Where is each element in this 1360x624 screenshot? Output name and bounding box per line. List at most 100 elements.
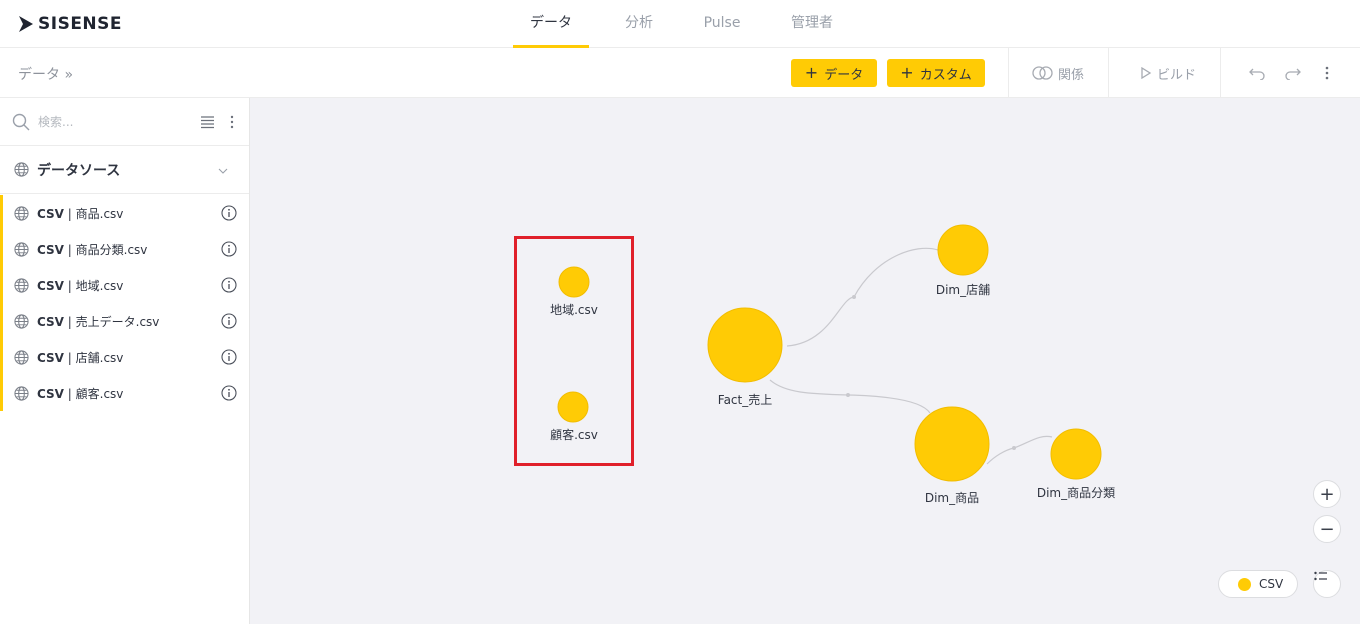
relation-edge[interactable]: [769, 379, 931, 414]
datasource-item-label: CSV | 店舗.csv: [37, 350, 124, 365]
node-dim-product-label: Dim_商品: [925, 490, 979, 505]
relation-midpoint: [846, 393, 850, 397]
list-icon: [1314, 571, 1327, 581]
globe-icon: [14, 385, 29, 401]
node-fact-sales[interactable]: [707, 307, 783, 383]
relations-button[interactable]: 関係: [1032, 48, 1084, 98]
globe-icon: [14, 277, 29, 293]
toolbar-divider: [1008, 48, 1009, 98]
datasource-name: 商品.csv: [75, 206, 124, 221]
node-dim-store[interactable]: [937, 224, 989, 276]
schema-graph[interactable]: 地域.csv 顧客.csv Fact_売上 Dim_店舗 Dim_商品 Dim_…: [250, 98, 1360, 624]
tab-admin[interactable]: 管理者: [782, 0, 842, 48]
toolbar-divider: [1220, 48, 1221, 98]
relations-label: 関係: [1058, 67, 1085, 83]
plus-icon: +: [900, 63, 914, 82]
undo-button[interactable]: [1248, 48, 1266, 98]
datasource-item-label: CSV | 顧客.csv: [37, 386, 124, 401]
info-icon[interactable]: [221, 385, 237, 401]
datasource-name: 店舗.csv: [75, 350, 124, 365]
csv-legend-dot: [1238, 577, 1251, 591]
node-region-label: 地域.csv: [550, 303, 598, 317]
relation-midpoint: [1012, 446, 1016, 450]
datasource-item-label: CSV | 商品分類.csv: [37, 242, 148, 257]
top-header: SISENSE データ 分析 Pulse 管理者: [0, 0, 1360, 48]
globe-icon: [14, 349, 29, 365]
search-input[interactable]: [38, 111, 188, 133]
search-icon: [12, 113, 30, 131]
more-menu-button[interactable]: [1324, 48, 1330, 98]
datasource-item[interactable]: CSV | 店舗.csv: [0, 339, 249, 375]
schema-canvas[interactable]: 地域.csv 顧客.csv Fact_売上 Dim_店舗 Dim_商品 Dim_…: [250, 98, 1360, 624]
datasource-type: CSV: [37, 350, 64, 365]
node-region-csv[interactable]: [558, 266, 590, 298]
info-icon[interactable]: [221, 313, 237, 329]
tab-analytics[interactable]: 分析: [612, 0, 666, 48]
zoom-in-button[interactable]: +: [1313, 480, 1341, 508]
undo-icon: [1249, 68, 1265, 80]
datasource-item-label: CSV | 売上データ.csv: [37, 314, 160, 329]
zoom-out-button[interactable]: −: [1313, 515, 1341, 543]
logo-icon: [19, 16, 33, 32]
datasource-item[interactable]: CSV | 商品分類.csv: [0, 231, 249, 267]
datasource-item-label: CSV | 商品.csv: [37, 206, 124, 221]
datasource-item[interactable]: CSV | 顧客.csv: [0, 375, 249, 411]
add-data-button[interactable]: + データ: [791, 59, 877, 87]
list-view-icon[interactable]: [200, 115, 215, 129]
main-nav: データ 分析 Pulse 管理者: [0, 0, 1360, 48]
globe-icon: [14, 241, 29, 257]
redo-icon: [1285, 68, 1301, 80]
search-bar: [0, 98, 249, 146]
tab-data[interactable]: データ: [513, 0, 589, 48]
logo-text: SISENSE: [38, 14, 123, 34]
datasource-item[interactable]: CSV | 商品.csv: [0, 195, 249, 231]
kebab-icon[interactable]: [229, 115, 235, 129]
node-customer-label: 顧客.csv: [550, 427, 598, 442]
datasource-name: 地域.csv: [75, 278, 124, 293]
datasource-name: 顧客.csv: [75, 386, 124, 401]
datasource-type: CSV: [37, 314, 64, 329]
sidebar: データソース CSV | 商品.csv CSV | 商品分類.csv: [0, 98, 250, 624]
legend[interactable]: CSV: [1218, 570, 1298, 598]
redo-button[interactable]: [1284, 48, 1302, 98]
toolbar: データ » + データ + カスタム 関係 ビルド: [0, 48, 1360, 98]
relation-edge[interactable]: [986, 435, 1053, 465]
add-data-label: データ: [824, 67, 864, 83]
datasource-item[interactable]: CSV | 地域.csv: [0, 267, 249, 303]
legend-toggle-button[interactable]: [1313, 570, 1341, 598]
build-button[interactable]: ビルド: [1140, 48, 1196, 98]
info-icon[interactable]: [221, 277, 237, 293]
legend-label: CSV: [1259, 577, 1284, 591]
datasource-name: 売上データ.csv: [75, 314, 160, 329]
globe-icon: [14, 313, 29, 329]
add-custom-label: カスタム: [919, 67, 972, 83]
toolbar-divider: [1108, 48, 1109, 98]
datasource-type: CSV: [37, 386, 64, 401]
breadcrumb[interactable]: データ »: [18, 64, 73, 84]
node-dim-product[interactable]: [914, 406, 990, 482]
globe-icon: [14, 162, 29, 177]
play-icon: [1141, 67, 1152, 79]
globe-icon: [14, 205, 29, 221]
node-dim-category[interactable]: [1050, 428, 1102, 480]
datasource-section-header[interactable]: データソース: [0, 146, 249, 194]
relation-midpoint: [852, 295, 856, 299]
datasource-type: CSV: [37, 278, 64, 293]
datasource-item[interactable]: CSV | 売上データ.csv: [0, 303, 249, 339]
add-custom-button[interactable]: + カスタム: [887, 59, 985, 87]
info-icon[interactable]: [221, 349, 237, 365]
node-dim-store-label: Dim_店舗: [936, 283, 990, 297]
tab-pulse[interactable]: Pulse: [694, 0, 750, 48]
datasource-name: 商品分類.csv: [75, 242, 148, 257]
datasource-section-title: データソース: [37, 162, 121, 179]
info-icon[interactable]: [221, 241, 237, 257]
node-customer-csv[interactable]: [557, 391, 589, 423]
datasource-type: CSV: [37, 242, 64, 257]
info-icon[interactable]: [221, 205, 237, 221]
datasource-item-label: CSV | 地域.csv: [37, 278, 124, 293]
sisense-logo[interactable]: SISENSE: [18, 14, 122, 34]
relations-icon: [1032, 66, 1053, 80]
node-dim-category-label: Dim_商品分類: [1037, 485, 1115, 500]
build-label: ビルド: [1157, 67, 1197, 83]
relation-edge[interactable]: [786, 247, 939, 347]
